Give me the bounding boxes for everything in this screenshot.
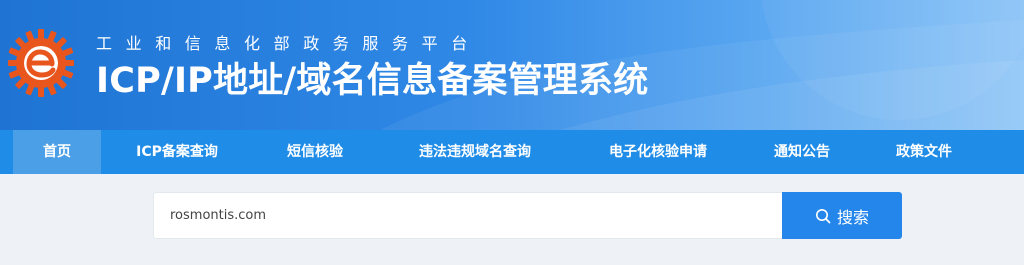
search-input[interactable] [170, 193, 770, 238]
nav-item-illegal-domain-query[interactable]: 违法违规域名查询 [392, 130, 558, 174]
ministry-gear-logo-icon[interactable] [8, 28, 74, 98]
search-button-label: 搜索 [836, 207, 869, 227]
search-icon [815, 208, 831, 223]
header-banner: 工业和信息化部政务服务平台 ICP/IP地址/域名信息备案管理系统 [0, 0, 1024, 130]
nav-item-policy-documents[interactable]: 政策文件 [878, 130, 970, 174]
nav-item-e-verify-apply[interactable]: 电子化核验申请 [584, 130, 732, 174]
search-input-box [153, 192, 782, 239]
search-area: 搜索 [0, 174, 1024, 265]
nav-item-sms-verify[interactable]: 短信核验 [270, 130, 360, 174]
search-button[interactable]: 搜索 [782, 192, 902, 239]
nav-item-notices[interactable]: 通知公告 [756, 130, 848, 174]
nav-item-icp-query[interactable]: ICP备案查询 [118, 130, 236, 174]
header-subtitle: 工业和信息化部政务服务平台 [96, 34, 481, 53]
page-title: ICP/IP地址/域名信息备案管理系统 [96, 61, 649, 101]
nav-item-home[interactable]: 首页 [13, 130, 101, 174]
main-nav: 首页 ICP备案查询 短信核验 违法违规域名查询 电子化核验申请 通知公告 政策… [0, 130, 1024, 174]
